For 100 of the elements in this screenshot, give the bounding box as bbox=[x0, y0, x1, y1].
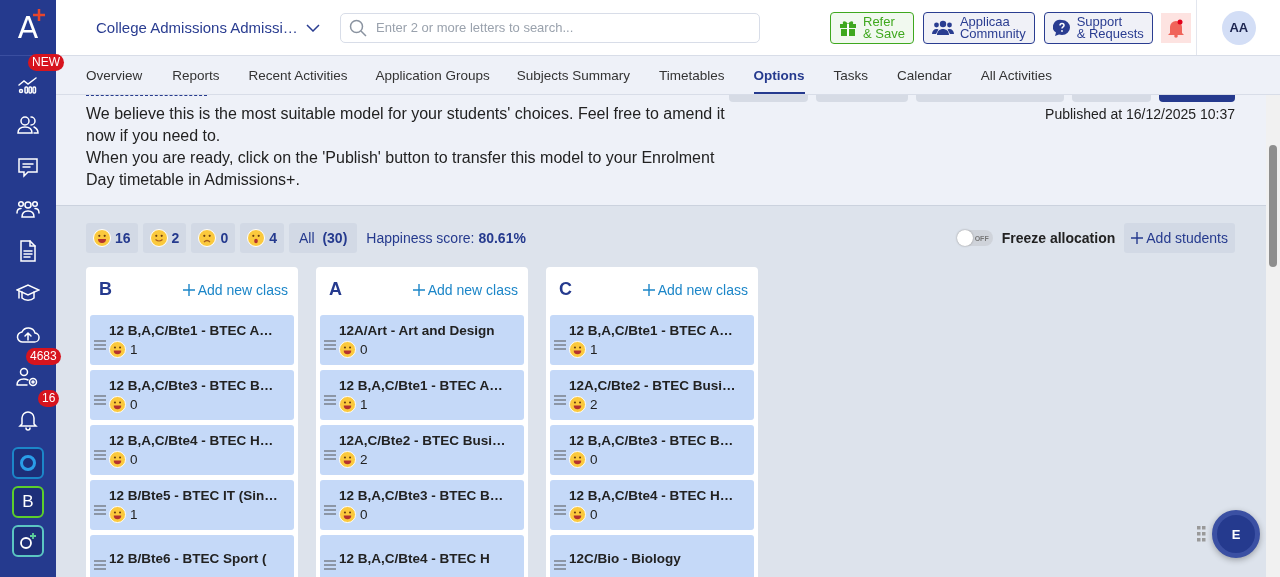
class-card[interactable]: 12 B,A,C/Bte4 - BTEC H bbox=[320, 535, 524, 577]
class-title: 12 B,A,C/Bte3 - BTEC B… bbox=[569, 432, 734, 448]
class-title: 12 B,A,C/Bte1 - BTEC A… bbox=[109, 322, 273, 338]
class-card[interactable]: 12A,C/Bte2 - BTEC Busi… 2 bbox=[320, 425, 524, 475]
nav-tab[interactable]: Recent Activities bbox=[248, 58, 348, 94]
plus-icon bbox=[1131, 232, 1144, 244]
class-title: 12A,C/Bte2 - BTEC Busi… bbox=[339, 432, 506, 448]
mood-filter-chip[interactable]: 16 bbox=[86, 223, 138, 253]
add-class-link[interactable]: Add new class bbox=[642, 281, 748, 298]
add-students-button[interactable]: Add students bbox=[1124, 223, 1235, 253]
search-icon bbox=[349, 18, 367, 37]
column-title: B bbox=[99, 279, 112, 300]
class-title: 12 B,A,C/Bte3 - BTEC B… bbox=[109, 377, 274, 393]
nav-tab[interactable]: Application Groups bbox=[375, 58, 490, 94]
nav-tab[interactable]: Reports bbox=[172, 58, 220, 94]
nav-tab[interactable]: Tasks bbox=[833, 58, 868, 94]
drag-handle-icon[interactable] bbox=[94, 505, 106, 515]
add-class-link[interactable]: Add new class bbox=[412, 281, 518, 298]
nav-tab[interactable]: Subjects Summary bbox=[516, 58, 630, 94]
class-title: 12 B/Bte6 - BTEC Sport ( bbox=[109, 551, 267, 566]
mood-filter-chip[interactable]: 2 bbox=[142, 223, 187, 253]
student-count: 1 bbox=[360, 396, 368, 412]
nav-tab[interactable]: Calendar bbox=[897, 58, 952, 94]
drag-handle-icon[interactable] bbox=[94, 450, 106, 460]
grip-icon[interactable] bbox=[1197, 526, 1207, 542]
student-count: 0 bbox=[360, 506, 368, 522]
chat-icon[interactable] bbox=[16, 155, 40, 179]
drag-handle-icon[interactable] bbox=[324, 395, 336, 405]
count-badge: 16 bbox=[38, 390, 60, 407]
cropped-button[interactable] bbox=[1159, 95, 1235, 102]
class-title: 12A,C/Bte2 - BTEC Busi… bbox=[569, 377, 736, 393]
question-bubble-icon bbox=[1052, 18, 1071, 37]
drag-handle-icon[interactable] bbox=[94, 340, 106, 350]
class-card[interactable]: 12A,C/Bte2 - BTEC Busi… 2 bbox=[550, 370, 754, 420]
class-card[interactable]: 12C/Bio - Biology bbox=[550, 535, 754, 577]
circle-plus-icon bbox=[18, 531, 38, 551]
nav-tab[interactable]: Timetables bbox=[658, 58, 725, 94]
all-filter-chip[interactable]: All (30) bbox=[288, 223, 358, 253]
scrollbar[interactable] bbox=[1266, 95, 1280, 577]
class-card[interactable]: 12 B,A,C/Bte3 - BTEC B… 0 bbox=[90, 370, 294, 420]
class-card[interactable]: 12 B,A,C/Bte1 - BTEC A… 1 bbox=[320, 370, 524, 420]
nav-tab[interactable]: Overview bbox=[86, 58, 143, 94]
student-count: 1 bbox=[130, 506, 138, 522]
class-title: 12 B,A,C/Bte4 - BTEC H bbox=[339, 551, 490, 566]
student-count: 0 bbox=[130, 451, 138, 467]
users-icon[interactable] bbox=[16, 113, 40, 137]
drag-handle-icon[interactable] bbox=[324, 560, 336, 570]
freeze-label: Freeze allocation bbox=[1001, 230, 1116, 246]
column-title: A bbox=[329, 279, 342, 300]
class-card[interactable]: 12 B,A,C/Bte1 - BTEC A… 1 bbox=[90, 315, 294, 365]
class-title: 12 B,A,C/Bte4 - BTEC H… bbox=[109, 432, 274, 448]
happiness-score: Happiness score: 80.61% bbox=[366, 230, 526, 246]
school-selector[interactable]: College Admissions Admissi… bbox=[96, 19, 340, 36]
published-date: Published at 16/12/2025 10:37 bbox=[1045, 106, 1235, 122]
class-card[interactable]: 12 B/Bte6 - BTEC Sport ( bbox=[90, 535, 294, 577]
info-paragraph: When you are ready, click on the 'Publish' button to transfer this model to your Enrolment Day timetable in Admissions+. bbox=[86, 148, 716, 190]
student-count: 0 bbox=[590, 506, 598, 522]
nav-tab[interactable]: All Activities bbox=[980, 58, 1053, 94]
add-class-link[interactable]: Add new class bbox=[182, 281, 288, 298]
chat-launcher-button[interactable]: E bbox=[1212, 510, 1260, 558]
class-card[interactable]: 12 B,A,C/Bte1 - BTEC A… 1 bbox=[550, 315, 754, 365]
class-card[interactable]: 12 B/Bte5 - BTEC IT (Sin… 1 bbox=[90, 480, 294, 530]
class-card[interactable]: 12 B,A,C/Bte4 - BTEC H… 0 bbox=[550, 480, 754, 530]
mood-filter-chip[interactable]: 0 bbox=[191, 223, 236, 253]
drag-handle-icon[interactable] bbox=[324, 340, 336, 350]
drag-handle-icon[interactable] bbox=[94, 560, 106, 570]
ring-icon bbox=[19, 454, 37, 472]
class-card[interactable]: 12 B,A,C/Bte3 - BTEC B… 0 bbox=[550, 425, 754, 475]
count-badge: 4683 bbox=[26, 348, 61, 365]
class-card[interactable]: 12 B,A,C/Bte3 - BTEC B… 0 bbox=[320, 480, 524, 530]
user-avatar[interactable]: AA bbox=[1221, 10, 1256, 45]
count-badge: NEW bbox=[28, 54, 64, 71]
notifications-button[interactable] bbox=[1160, 12, 1191, 43]
drag-handle-icon[interactable] bbox=[324, 450, 336, 460]
class-title: 12C/Bio - Biology bbox=[569, 551, 681, 566]
info-paragraph: We believe this is the most suitable model for your students' choices. Feel free to amend it now if you need to. bbox=[86, 104, 726, 146]
mood-filter-chip[interactable]: 4 bbox=[240, 223, 284, 253]
drag-handle-icon[interactable] bbox=[554, 505, 566, 515]
class-title: 12 B,A,C/Bte1 - BTEC A… bbox=[339, 377, 503, 393]
app-shortcut[interactable]: B bbox=[12, 486, 44, 518]
drag-handle-icon[interactable] bbox=[324, 505, 336, 515]
plus-icon bbox=[182, 283, 195, 296]
drag-handle-icon[interactable] bbox=[554, 395, 566, 405]
plus-icon bbox=[642, 283, 655, 296]
drag-handle-icon[interactable] bbox=[94, 395, 106, 405]
drag-handle-icon[interactable] bbox=[554, 450, 566, 460]
header-link-button[interactable]: Applicaa Community bbox=[922, 11, 1035, 44]
class-card[interactable]: 12A/Art - Art and Design 0 bbox=[320, 315, 524, 365]
student-count: 0 bbox=[130, 396, 138, 412]
student-count: 0 bbox=[590, 451, 598, 467]
app-shortcut[interactable] bbox=[12, 525, 44, 557]
drag-handle-icon[interactable] bbox=[554, 560, 566, 570]
user-gear-icon[interactable] bbox=[16, 365, 40, 389]
header-link-button[interactable]: Support & Requests bbox=[1043, 11, 1153, 44]
class-title: 12 B,A,C/Bte4 - BTEC H… bbox=[569, 487, 734, 503]
student-count: 2 bbox=[360, 451, 368, 467]
class-title: 12 B,A,C/Bte3 - BTEC B… bbox=[339, 487, 504, 503]
drag-handle-icon[interactable] bbox=[554, 340, 566, 350]
search-field[interactable]: Enter 2 or more letters to search... bbox=[340, 12, 760, 43]
class-card[interactable]: 12 B,A,C/Bte4 - BTEC H… 0 bbox=[90, 425, 294, 475]
